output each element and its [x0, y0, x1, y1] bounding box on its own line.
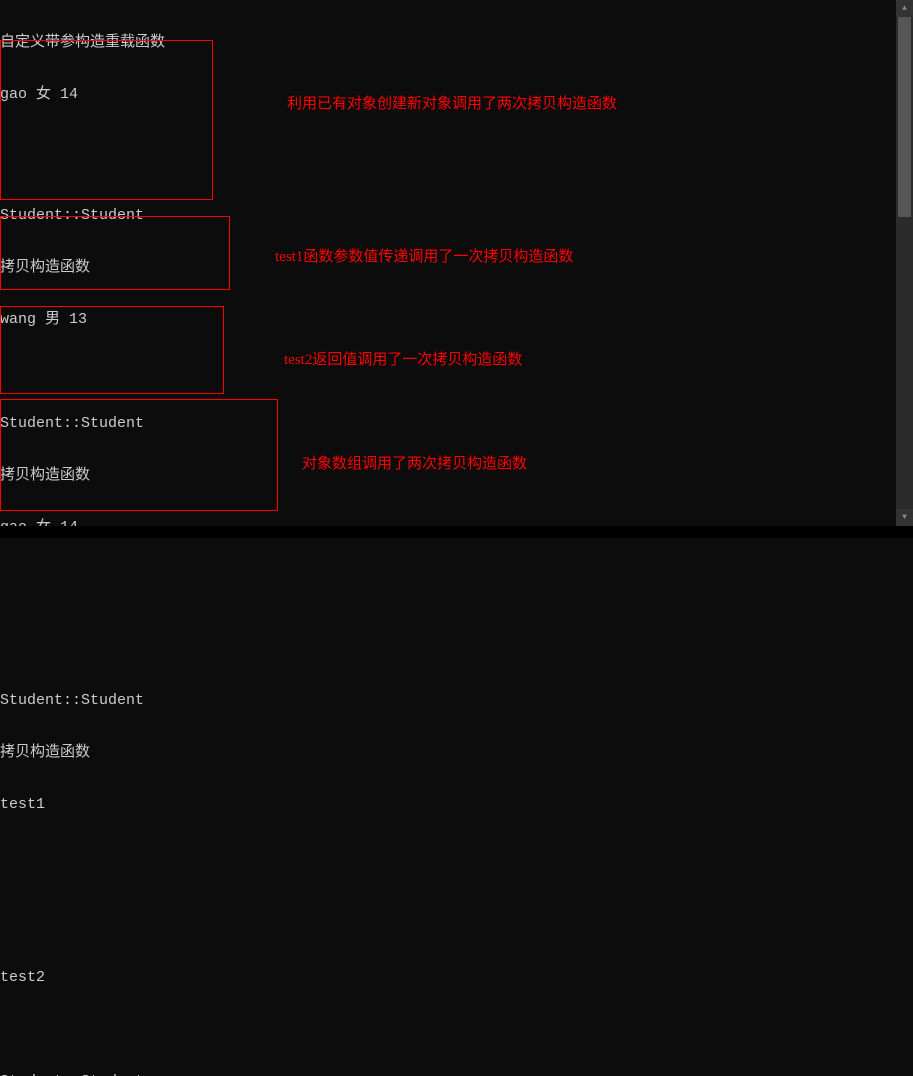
output-blank — [0, 1021, 913, 1039]
output-line: Student::Student — [0, 207, 913, 225]
output-blank — [0, 571, 913, 589]
output-line: Student::Student — [0, 415, 913, 433]
annotation-text-2: test1函数参数值传递调用了一次拷贝构造函数 — [275, 245, 573, 266]
annotation-text-4: 对象数组调用了两次拷贝构造函数 — [302, 452, 527, 473]
scroll-down-button[interactable]: ▼ — [896, 509, 913, 526]
scroll-thumb[interactable] — [898, 17, 911, 217]
console-output: 自定义带参构造重载函数 gao 女 14 Student::Student 拷贝… — [0, 0, 913, 1076]
output-line: 自定义带参构造重载函数 — [0, 34, 913, 52]
output-line: Student::Student — [0, 692, 913, 710]
output-blank — [0, 623, 913, 641]
annotation-text-1: 利用已有对象创建新对象调用了两次拷贝构造函数 — [287, 92, 617, 113]
output-line: 拷贝构造函数 — [0, 744, 913, 762]
bottom-border — [0, 526, 913, 538]
output-line: wang 男 13 — [0, 311, 913, 329]
output-line: test2 — [0, 969, 913, 987]
vertical-scrollbar[interactable]: ▲ ▼ — [896, 0, 913, 526]
scroll-up-button[interactable]: ▲ — [896, 0, 913, 17]
output-line: test1 — [0, 796, 913, 814]
output-blank — [0, 848, 913, 866]
output-blank — [0, 138, 913, 156]
output-blank — [0, 900, 913, 918]
annotation-text-3: test2返回值调用了一次拷贝构造函数 — [284, 348, 522, 369]
output-line: Student::Student — [0, 1073, 913, 1076]
